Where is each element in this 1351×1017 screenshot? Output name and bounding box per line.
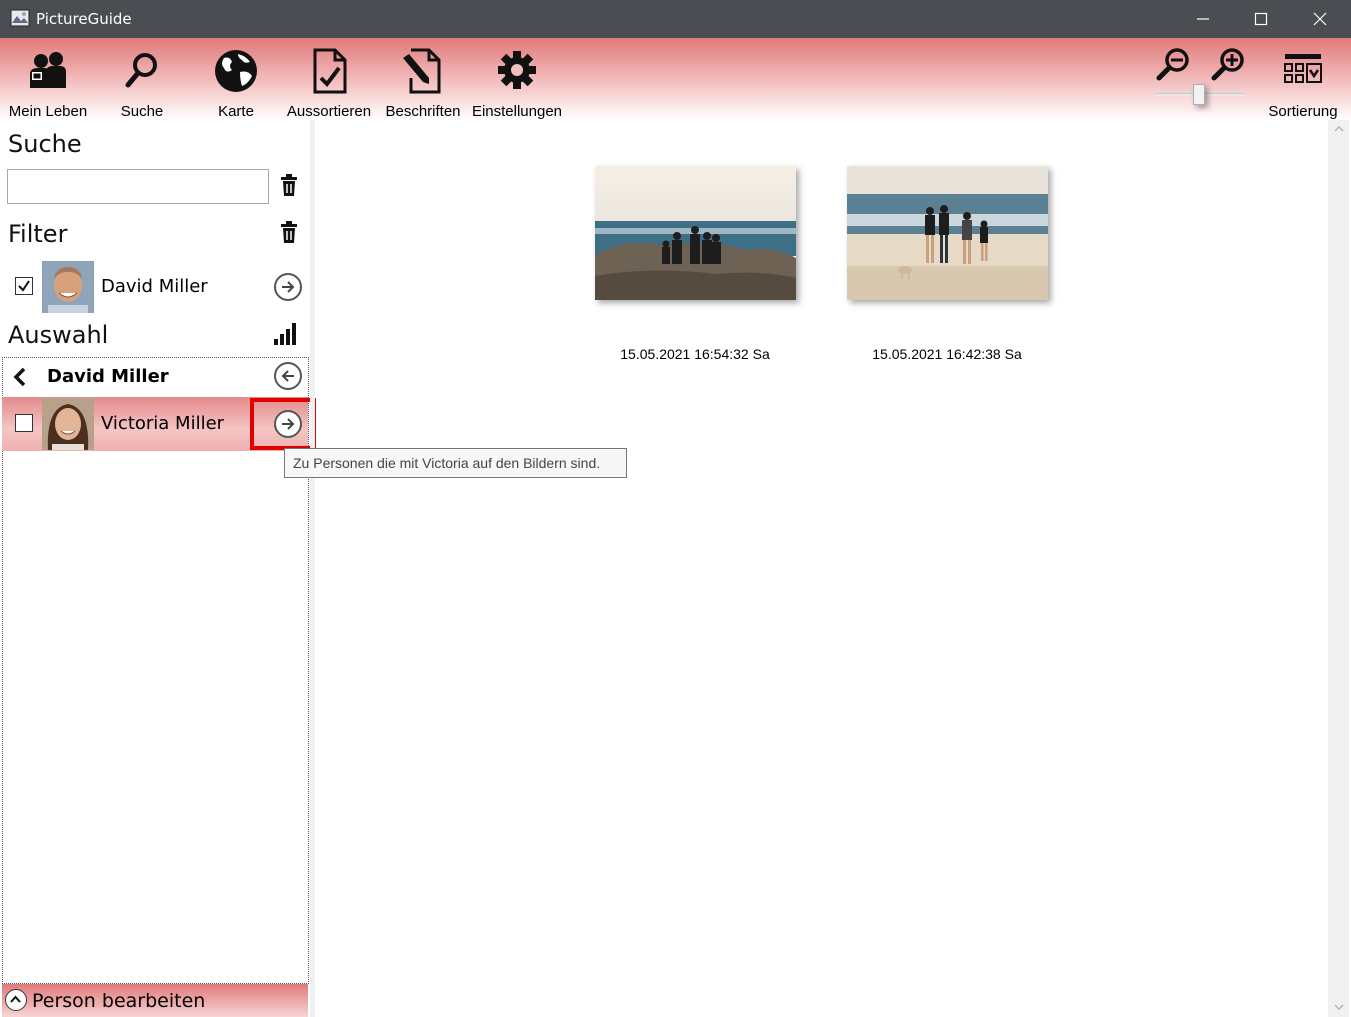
selection-list (2, 357, 309, 984)
my-life-label: Mein Leben (8, 103, 88, 120)
chevron-up-icon (5, 989, 27, 1011)
highlight-box (250, 398, 316, 450)
minimize-icon (1197, 18, 1209, 20)
filter-person-forward-button[interactable] (274, 273, 302, 301)
close-button[interactable] (1291, 0, 1349, 38)
maximize-icon (1254, 12, 1268, 26)
selection-back-button[interactable] (274, 362, 302, 390)
filter-section-title: Filter (8, 220, 68, 248)
filter-person-name: David Miller (101, 276, 208, 297)
scroll-down-icon[interactable] (1334, 1002, 1344, 1012)
avatar (42, 398, 94, 450)
search-input[interactable] (7, 169, 269, 204)
avatar-man-photo (42, 261, 94, 313)
clear-search-trash-icon[interactable] (279, 174, 299, 198)
photo-caption: 15.05.2021 16:42:38 Sa (872, 346, 1022, 362)
zoom-out-button[interactable] (1154, 46, 1194, 86)
sort-label: Sortierung (1268, 103, 1338, 120)
label-document-icon (403, 48, 441, 94)
search-icon (125, 53, 157, 88)
scroll-up-icon[interactable] (1334, 124, 1344, 134)
avatar-woman-photo (42, 398, 94, 450)
selection-back-row[interactable]: David Miller (2, 358, 308, 396)
edit-person-expander[interactable]: Person bearbeiten (2, 984, 308, 1017)
sort-out-label: Aussortieren (286, 103, 372, 120)
avatar (42, 261, 94, 313)
selection-back-person-name: David Miller (47, 366, 169, 387)
map-label: Karte (218, 103, 254, 120)
arrow-right-icon (282, 281, 295, 293)
zoom-slider-thumb[interactable] (1193, 84, 1205, 105)
label-label: Beschriften (385, 103, 461, 120)
sort-icon (1284, 54, 1322, 83)
app-logo-icon (10, 9, 30, 27)
beach-rocks-family-photo (595, 166, 796, 300)
search-section-title: Suche (8, 130, 82, 158)
panel-splitter[interactable] (310, 120, 315, 1017)
beach-walk-family-photo (847, 166, 1048, 300)
gear-icon (498, 51, 536, 89)
sort-button[interactable]: Sortierung (1256, 46, 1350, 120)
filter-person-row[interactable]: David Miller (2, 260, 308, 314)
checkmark-icon (18, 280, 30, 292)
filter-person-checkbox[interactable] (15, 277, 33, 295)
settings-label: Einstellungen (471, 103, 563, 120)
photo-caption: 15.05.2021 16:54:32 Sa (620, 346, 770, 362)
clear-filter-trash-icon[interactable] (279, 221, 299, 245)
edit-person-label: Person bearbeiten (32, 990, 206, 1012)
tooltip: Zu Personen die mit Victoria auf den Bil… (284, 448, 627, 478)
sort-out-document-icon (313, 48, 347, 94)
ribbon-toolbar: Mein Leben Suche Karte Aussortieren Besc… (0, 38, 1351, 120)
photo-thumbnail[interactable] (595, 166, 796, 300)
zoom-slider[interactable] (1156, 84, 1244, 114)
vertical-scrollbar[interactable] (1328, 120, 1349, 1017)
settings-button[interactable]: Einstellungen (470, 46, 564, 120)
title-bar: PictureGuide (0, 0, 1351, 38)
my-life-button[interactable]: Mein Leben (1, 46, 95, 120)
chevron-left-icon[interactable] (11, 367, 29, 387)
zoom-in-button[interactable] (1209, 46, 1249, 86)
map-button[interactable]: Karte (189, 46, 283, 120)
selection-person-checkbox[interactable] (15, 414, 33, 432)
maximize-button[interactable] (1232, 0, 1290, 38)
label-button[interactable]: Beschriften (376, 46, 470, 120)
zoom-in-icon (1211, 48, 1244, 81)
zoom-out-icon (1156, 48, 1189, 81)
selection-section-title: Auswahl (8, 321, 109, 349)
search-label: Suche (120, 103, 164, 120)
left-panel: Suche Filter David Miller Auswahl David … (0, 120, 316, 1017)
window-title: PictureGuide (36, 10, 132, 28)
globe-icon (215, 50, 257, 92)
minimize-button[interactable] (1174, 0, 1232, 38)
search-button[interactable]: Suche (95, 46, 189, 120)
sort-out-button[interactable]: Aussortieren (282, 46, 376, 120)
photo-thumbnail[interactable] (847, 166, 1048, 300)
arrow-left-icon (281, 370, 294, 382)
selection-person-name: Victoria Miller (101, 413, 225, 434)
sort-signal-icon[interactable] (273, 320, 301, 346)
people-icon (30, 52, 66, 88)
close-icon (1313, 12, 1327, 26)
